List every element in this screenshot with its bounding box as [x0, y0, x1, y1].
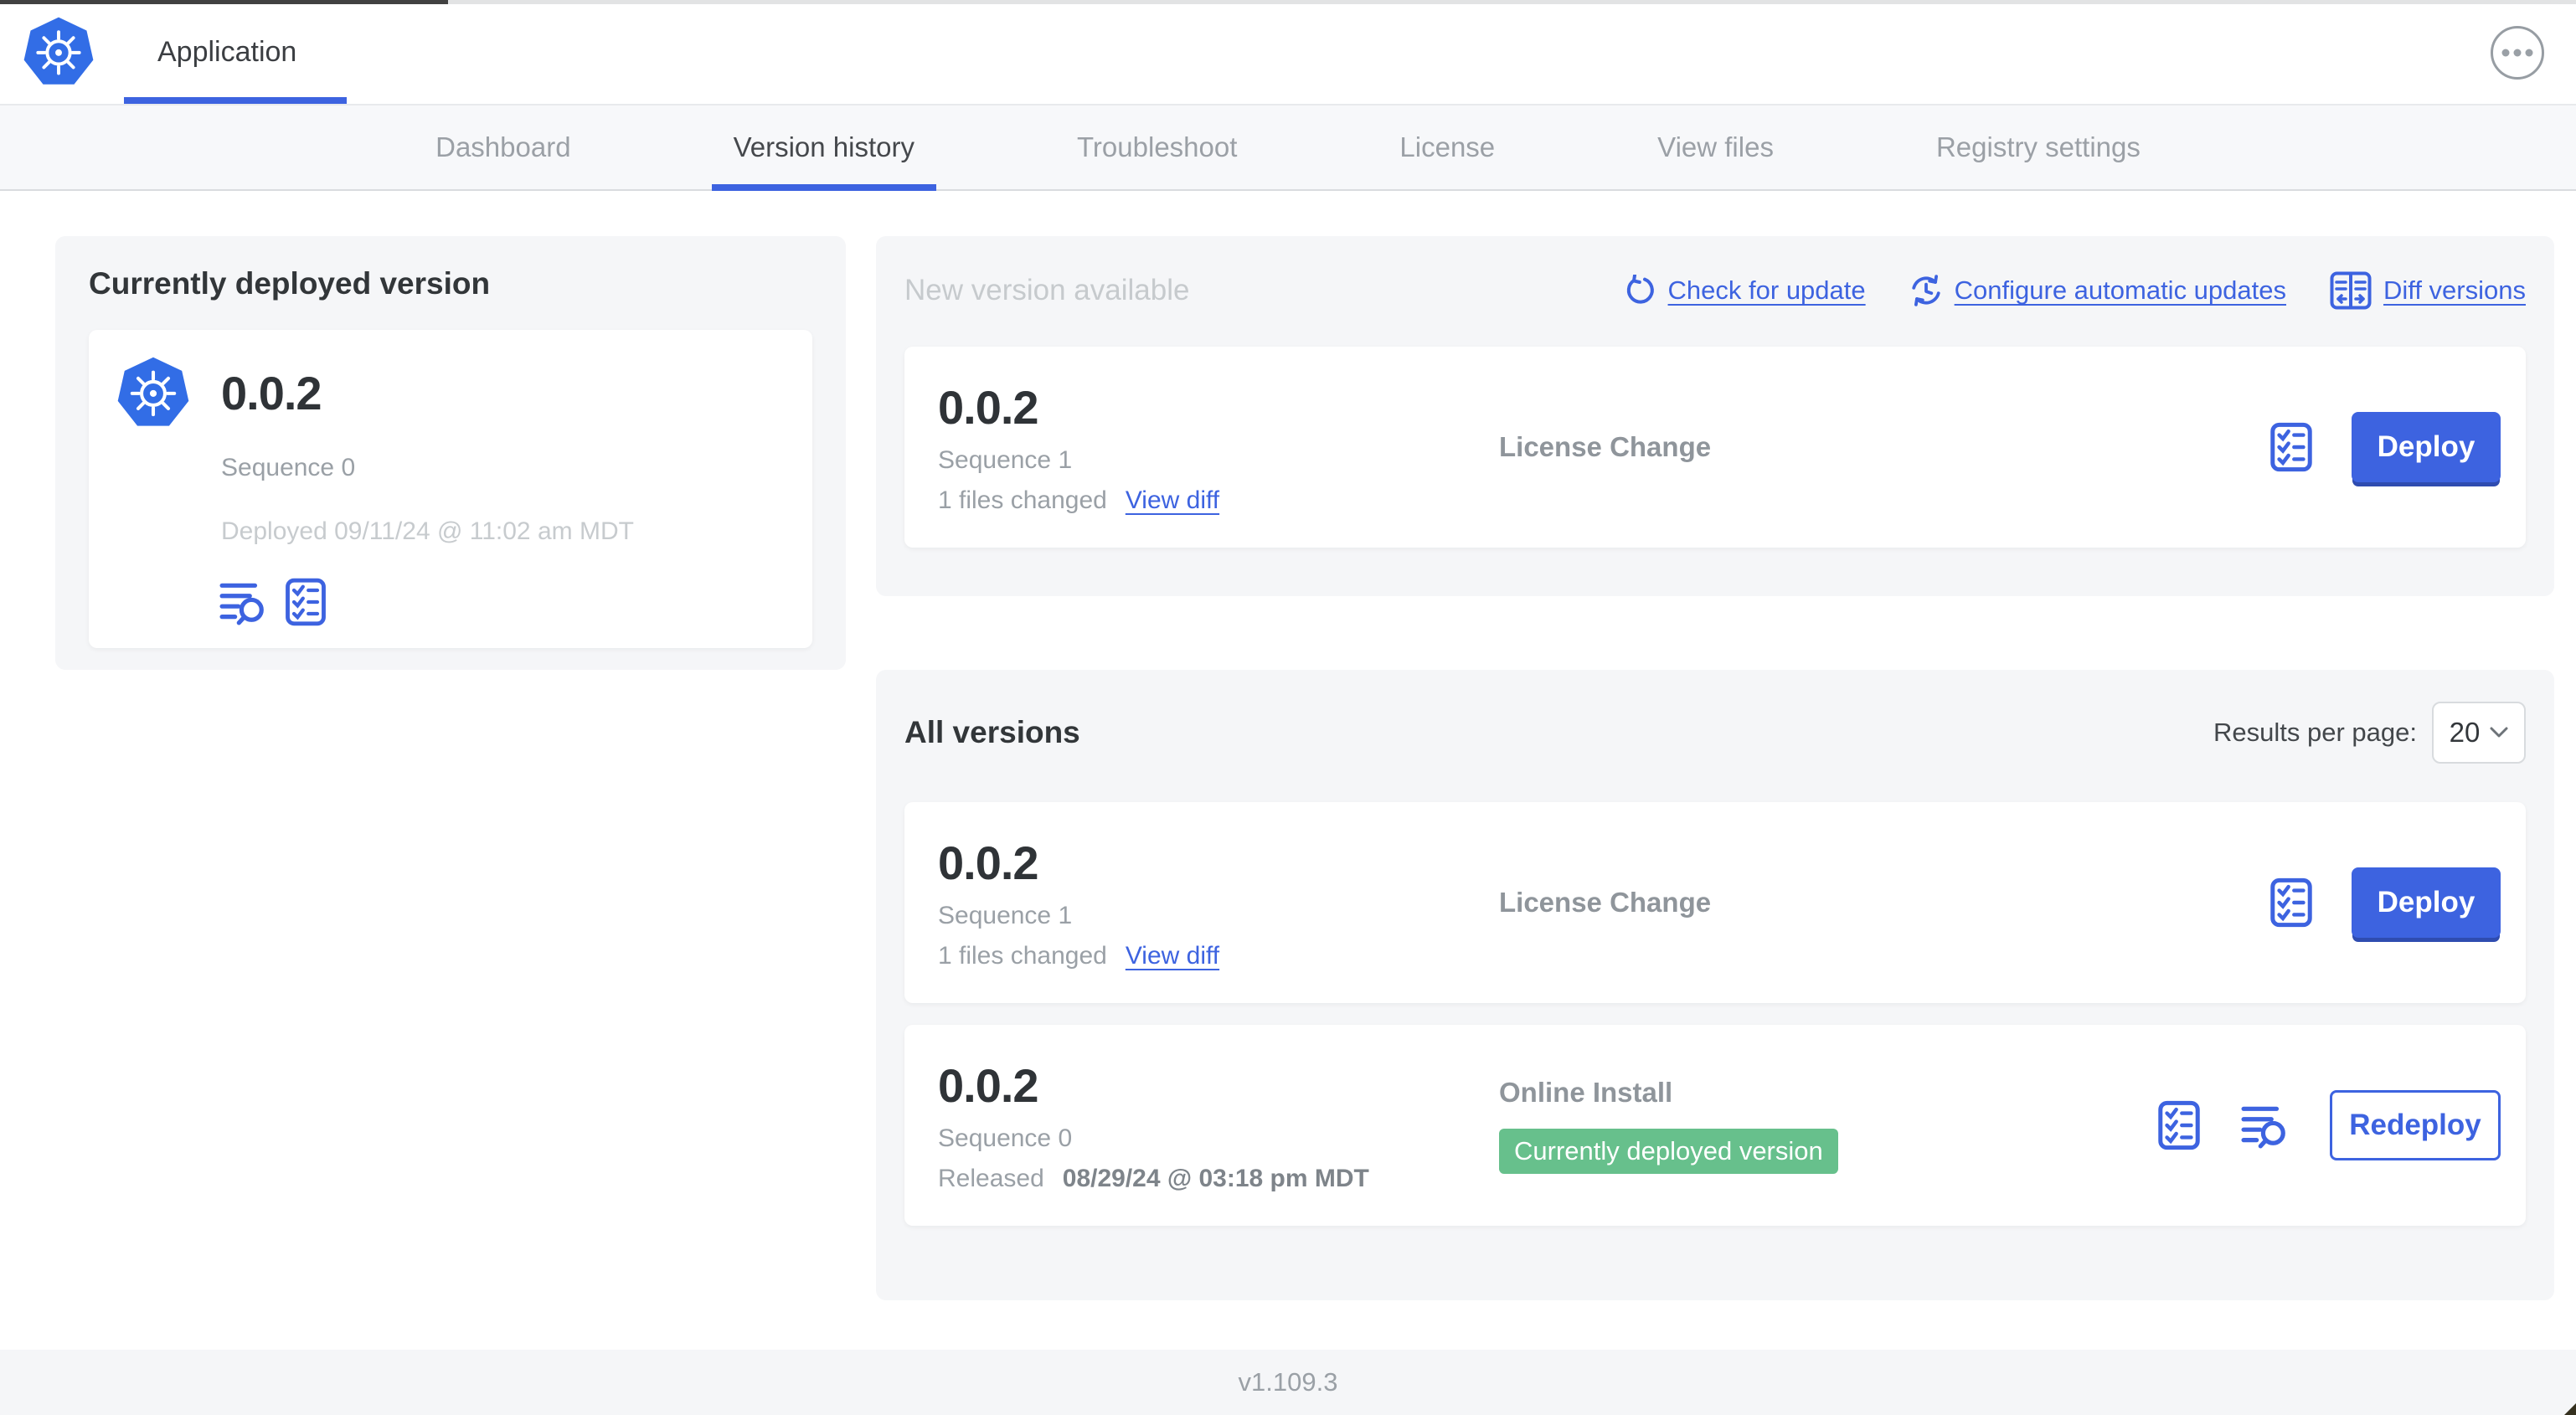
kubernetes-logo — [22, 15, 95, 89]
configure-automatic-updates-link[interactable]: Configure automatic updates — [1909, 274, 2286, 307]
app-tab-underline — [124, 97, 347, 104]
kubernetes-app-icon — [116, 355, 191, 430]
deploy-button[interactable]: Deploy — [2352, 867, 2501, 938]
tab-view-files[interactable]: View files — [1636, 105, 1795, 189]
preflight-checks-button[interactable] — [2269, 422, 2313, 472]
tab-label: Dashboard — [435, 131, 571, 162]
overflow-menu-button[interactable] — [2491, 26, 2544, 80]
action-label: Configure automatic updates — [1954, 275, 2286, 305]
version-number: 0.0.2 — [938, 836, 1039, 889]
released-label: Released — [938, 1164, 1044, 1192]
section-tab-bar: Dashboard Version history Troubleshoot L… — [0, 105, 2576, 191]
capture-top-strip-dark — [0, 0, 448, 4]
results-per-page-label: Results per page: — [2213, 718, 2417, 747]
view-deploy-logs-button[interactable] — [2239, 1102, 2291, 1149]
tab-label: License — [1399, 131, 1496, 162]
check-for-update-link[interactable]: Check for update — [1625, 275, 1866, 306]
ellipsis-icon — [2501, 48, 2534, 58]
action-label: Check for update — [1667, 275, 1866, 305]
logs-icon — [218, 579, 270, 625]
version-source-label: License Change — [1499, 431, 1712, 462]
version-source-label: Online Install — [1499, 1077, 1673, 1108]
preflight-checks-button[interactable] — [2157, 1100, 2201, 1150]
view-deploy-logs-button[interactable] — [218, 579, 270, 625]
version-sequence: Sequence 1 — [938, 901, 1073, 929]
version-number: 0.0.2 — [938, 380, 1039, 434]
results-per-page-value: 20 — [2449, 717, 2481, 748]
checklist-icon — [2269, 422, 2313, 472]
currently-deployed-badge: Currently deployed version — [1499, 1129, 1838, 1174]
released-timestamp: 08/29/24 @ 03:18 pm MDT — [1062, 1164, 1369, 1192]
console-version: v1.109.3 — [1238, 1367, 1338, 1397]
version-sequence: Sequence 0 — [938, 1124, 1073, 1152]
preflight-checks-button[interactable] — [2269, 877, 2313, 928]
version-number: 0.0.2 — [938, 1058, 1039, 1112]
diff-versions-link[interactable]: Diff versions — [2330, 271, 2526, 310]
version-row: 0.0.2 Sequence 0 Released 08/29/24 @ 03:… — [904, 1025, 2526, 1226]
console-footer: v1.109.3 — [0, 1350, 2576, 1415]
tab-label: View files — [1657, 131, 1774, 162]
app-tab[interactable]: Application — [157, 0, 296, 104]
action-label: Diff versions — [2383, 275, 2526, 305]
preflight-checks-button[interactable] — [285, 578, 327, 626]
schedule-refresh-icon — [1909, 274, 1943, 307]
tab-license[interactable]: License — [1378, 105, 1517, 189]
app-header: Application — [0, 0, 2576, 105]
all-versions-section: All versions Results per page: 20 0.0.2 … — [876, 670, 2554, 1300]
version-source-label: License Change — [1499, 887, 1712, 918]
checklist-icon — [2269, 877, 2313, 928]
active-tab-underline — [711, 184, 936, 191]
files-changed-label: 1 files changed — [938, 486, 1107, 514]
new-version-card: 0.0.2 Sequence 1 1 files changed View di… — [904, 347, 2526, 548]
view-diff-link[interactable]: View diff — [1126, 486, 1219, 515]
tab-label: Troubleshoot — [1077, 131, 1238, 162]
files-changed-label: 1 files changed — [938, 941, 1107, 970]
resize-grip — [2564, 1403, 2576, 1415]
currently-deployed-title: Currently deployed version — [89, 266, 491, 301]
version-row: 0.0.2 Sequence 1 1 files changed View di… — [904, 802, 2526, 1003]
tab-label: Registry settings — [1935, 131, 2141, 162]
new-version-title: New version available — [904, 274, 1190, 306]
view-diff-link[interactable]: View diff — [1126, 942, 1219, 970]
current-deployed-timestamp: Deployed 09/11/24 @ 11:02 am MDT — [221, 517, 634, 545]
currently-deployed-section: Currently deployed version 0.0.2 Sequenc… — [55, 236, 846, 670]
tab-label: Version history — [733, 131, 914, 162]
admin-console-page: Application Dashboard Version history Tr… — [0, 0, 2576, 1415]
current-version-number: 0.0.2 — [221, 366, 322, 419]
refresh-icon — [1625, 275, 1656, 306]
chevron-down-icon — [2490, 727, 2508, 738]
current-sequence: Sequence 0 — [221, 454, 356, 481]
tab-registry-settings[interactable]: Registry settings — [1914, 105, 2162, 189]
deploy-button[interactable]: Deploy — [2352, 412, 2501, 482]
redeploy-button[interactable]: Redeploy — [2330, 1090, 2501, 1160]
tab-version-history[interactable]: Version history — [711, 105, 936, 191]
version-sequence: Sequence 1 — [938, 445, 1073, 474]
tab-dashboard[interactable]: Dashboard — [414, 105, 592, 189]
checklist-icon — [285, 578, 327, 626]
currently-deployed-card: 0.0.2 Sequence 0 Deployed 09/11/24 @ 11:… — [89, 330, 812, 648]
results-per-page-select[interactable]: 20 — [2432, 702, 2526, 764]
diff-icon — [2330, 271, 2372, 310]
tab-troubleshoot[interactable]: Troubleshoot — [1055, 105, 1259, 189]
all-versions-title: All versions — [904, 715, 1080, 749]
checklist-icon — [2157, 1100, 2201, 1150]
new-version-section: New version available Check for update C… — [876, 236, 2554, 596]
logs-icon — [2239, 1102, 2291, 1149]
